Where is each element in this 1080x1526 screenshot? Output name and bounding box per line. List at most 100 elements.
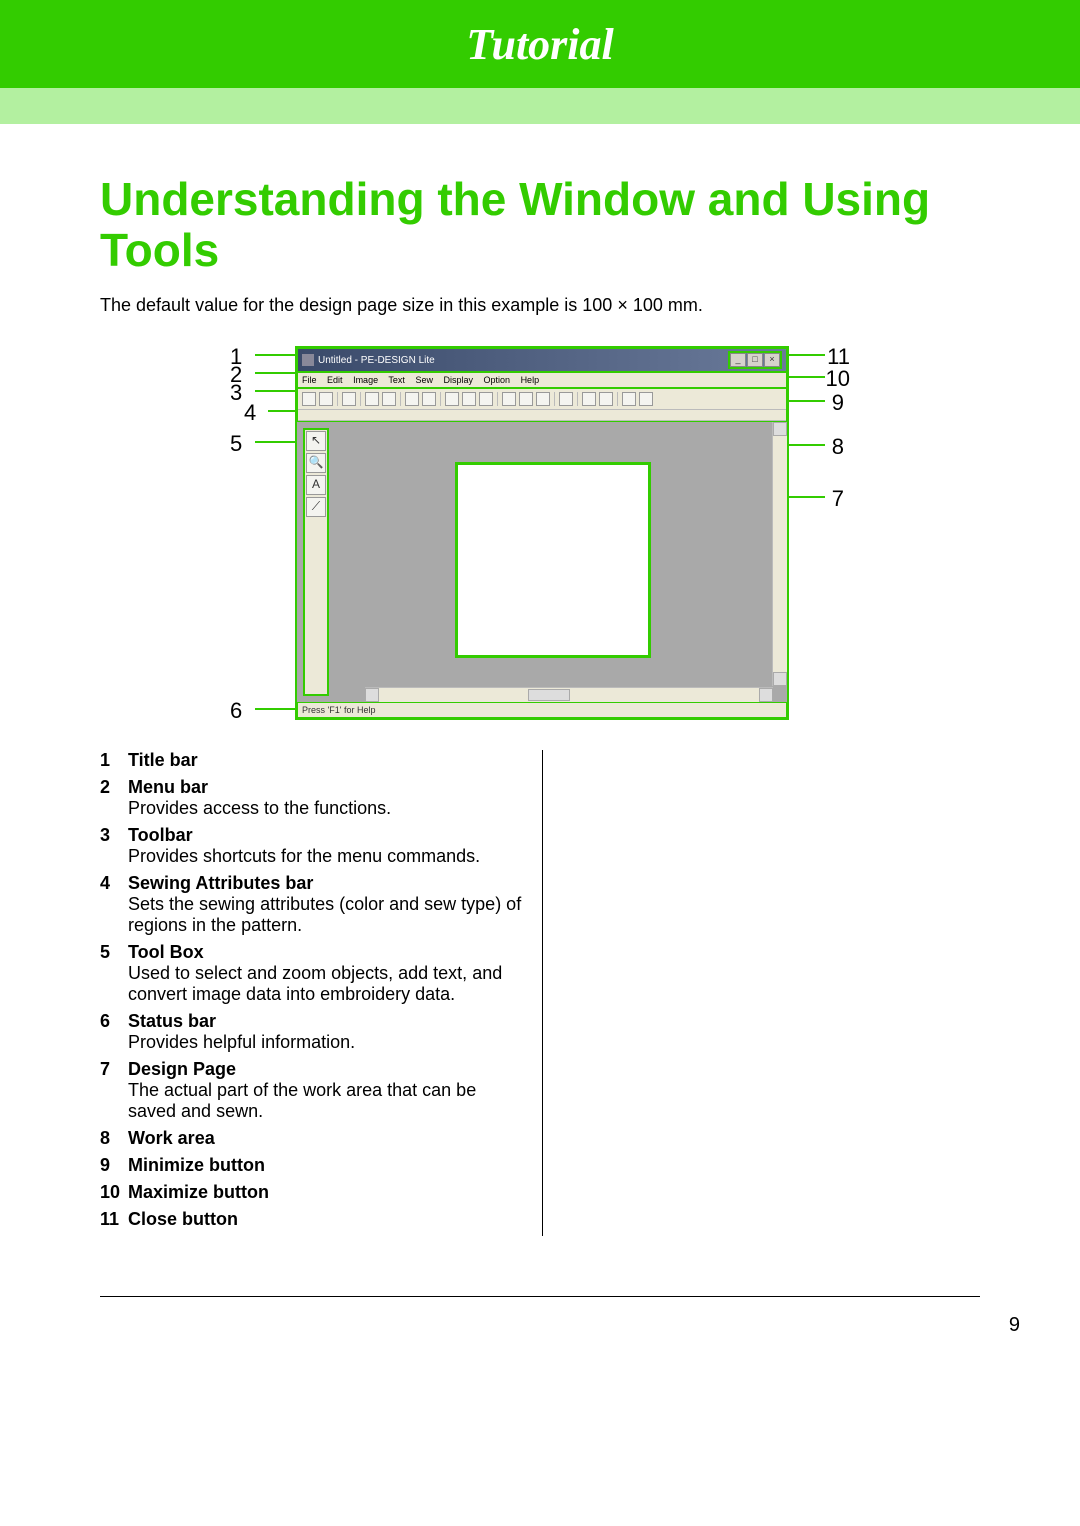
- zoom-tool[interactable]: 🔍: [306, 453, 326, 473]
- legend-title: Design Page: [128, 1059, 522, 1080]
- callout-7: 7: [832, 486, 844, 512]
- window-title: Untitled - PE-DESIGN Lite: [318, 355, 435, 366]
- legend-title: Sewing Attributes bar: [128, 873, 522, 894]
- legend-item: 10Maximize button: [100, 1182, 522, 1203]
- legend-number: 6: [100, 1011, 128, 1053]
- menu-display[interactable]: Display: [443, 375, 473, 385]
- tb-icon[interactable]: [519, 392, 533, 406]
- page-number: 9: [1009, 1314, 1020, 1337]
- legend-number: 8: [100, 1128, 128, 1149]
- legend-number: 1: [100, 750, 128, 771]
- legend-title: Minimize button: [128, 1155, 522, 1176]
- legend-item: 11Close button: [100, 1209, 522, 1230]
- tb-save-icon[interactable]: [342, 392, 356, 406]
- tb-icon[interactable]: [559, 392, 573, 406]
- legend-desc: Used to select and zoom objects, add tex…: [128, 963, 522, 1005]
- legend-desc: Provides helpful information.: [128, 1032, 522, 1053]
- image-tool[interactable]: ⟋: [306, 497, 326, 517]
- work-area[interactable]: ↖ 🔍 A ⟋: [297, 422, 787, 702]
- legend-title: Tool Box: [128, 942, 522, 963]
- text-tool[interactable]: A: [306, 475, 326, 495]
- horizontal-scrollbar[interactable]: [365, 687, 773, 702]
- menu-bar[interactable]: File Edit Image Text Sew Display Option …: [297, 372, 787, 388]
- menu-edit[interactable]: Edit: [327, 375, 343, 385]
- vertical-scrollbar[interactable]: [772, 422, 787, 686]
- header-title: Tutorial: [466, 19, 614, 70]
- tb-copy-icon[interactable]: [462, 392, 476, 406]
- design-page[interactable]: [455, 462, 651, 658]
- legend-title: Close button: [128, 1209, 522, 1230]
- close-button[interactable]: ×: [764, 353, 780, 367]
- legend-item: 4Sewing Attributes barSets the sewing at…: [100, 873, 522, 936]
- legend-desc: Sets the sewing attributes (color and se…: [128, 894, 522, 936]
- toolbar-wrap: [297, 388, 787, 422]
- legend-list: 1Title bar 2Menu barProvides access to th…: [100, 750, 522, 1230]
- legend-item: 6Status barProvides helpful information.: [100, 1011, 522, 1053]
- legend-item: 3ToolbarProvides shortcuts for the menu …: [100, 825, 522, 867]
- canvas-area[interactable]: [335, 422, 787, 702]
- menu-image[interactable]: Image: [353, 375, 378, 385]
- legend-item: 8Work area: [100, 1128, 522, 1149]
- status-bar: Press 'F1' for Help: [297, 702, 787, 718]
- menu-sew[interactable]: Sew: [415, 375, 433, 385]
- tool-box: ↖ 🔍 A ⟋: [303, 428, 329, 696]
- legend-desc: Provides shortcuts for the menu commands…: [128, 846, 522, 867]
- legend-item: 5Tool BoxUsed to select and zoom objects…: [100, 942, 522, 1005]
- menu-option[interactable]: Option: [484, 375, 511, 385]
- menu-text[interactable]: Text: [388, 375, 405, 385]
- legend-desc: Provides access to the functions.: [128, 798, 522, 819]
- legend-number: 11: [100, 1209, 128, 1230]
- header-bar: Tutorial: [0, 0, 1080, 88]
- tb-icon[interactable]: [502, 392, 516, 406]
- tb-icon[interactable]: [382, 392, 396, 406]
- legend-title: Toolbar: [128, 825, 522, 846]
- tb-icon[interactable]: [365, 392, 379, 406]
- callout-9: 9: [832, 390, 844, 416]
- callout-3: 3: [230, 380, 242, 406]
- tb-undo-icon[interactable]: [405, 392, 419, 406]
- toolbar: [298, 389, 786, 410]
- callout-10: 10: [826, 366, 850, 392]
- legend-number: 7: [100, 1059, 128, 1122]
- legend-title: Maximize button: [128, 1182, 522, 1203]
- app-window: Untitled - PE-DESIGN Lite _ □ × File Edi…: [295, 346, 789, 720]
- legend-title: Menu bar: [128, 777, 522, 798]
- legend-item: 1Title bar: [100, 750, 522, 771]
- menu-file[interactable]: File: [302, 375, 317, 385]
- legend-title: Title bar: [128, 750, 522, 771]
- legend-item: 7Design PageThe actual part of the work …: [100, 1059, 522, 1122]
- window-buttons: _ □ ×: [728, 351, 782, 369]
- legend-number: 4: [100, 873, 128, 936]
- callout-5: 5: [230, 431, 242, 457]
- tb-icon[interactable]: [639, 392, 653, 406]
- title-bar: Untitled - PE-DESIGN Lite _ □ ×: [297, 348, 787, 372]
- tb-cut-icon[interactable]: [445, 392, 459, 406]
- select-tool[interactable]: ↖: [306, 431, 326, 451]
- legend-number: 3: [100, 825, 128, 867]
- tb-icon[interactable]: [536, 392, 550, 406]
- tb-icon[interactable]: [622, 392, 636, 406]
- callout-8: 8: [832, 434, 844, 460]
- tb-open-icon[interactable]: [319, 392, 333, 406]
- app-icon: [302, 354, 314, 366]
- legend-title: Work area: [128, 1128, 522, 1149]
- menu-help[interactable]: Help: [521, 375, 540, 385]
- callout-4: 4: [244, 400, 256, 426]
- legend-desc: The actual part of the work area that ca…: [128, 1080, 522, 1122]
- minimize-button[interactable]: _: [730, 353, 746, 367]
- sewing-attributes-bar[interactable]: [298, 410, 786, 421]
- tb-icon[interactable]: [582, 392, 596, 406]
- legend-item: 9Minimize button: [100, 1155, 522, 1176]
- tb-new-icon[interactable]: [302, 392, 316, 406]
- legend-item: 2Menu barProvides access to the function…: [100, 777, 522, 819]
- legend-number: 5: [100, 942, 128, 1005]
- section-title: Understanding the Window and Using Tools: [100, 174, 980, 275]
- callout-6: 6: [230, 698, 242, 724]
- subheader-bar: [0, 88, 1080, 124]
- tb-paste-icon[interactable]: [479, 392, 493, 406]
- maximize-button[interactable]: □: [747, 353, 763, 367]
- intro-text: The default value for the design page si…: [100, 295, 980, 316]
- legend-title: Status bar: [128, 1011, 522, 1032]
- tb-icon[interactable]: [599, 392, 613, 406]
- tb-redo-icon[interactable]: [422, 392, 436, 406]
